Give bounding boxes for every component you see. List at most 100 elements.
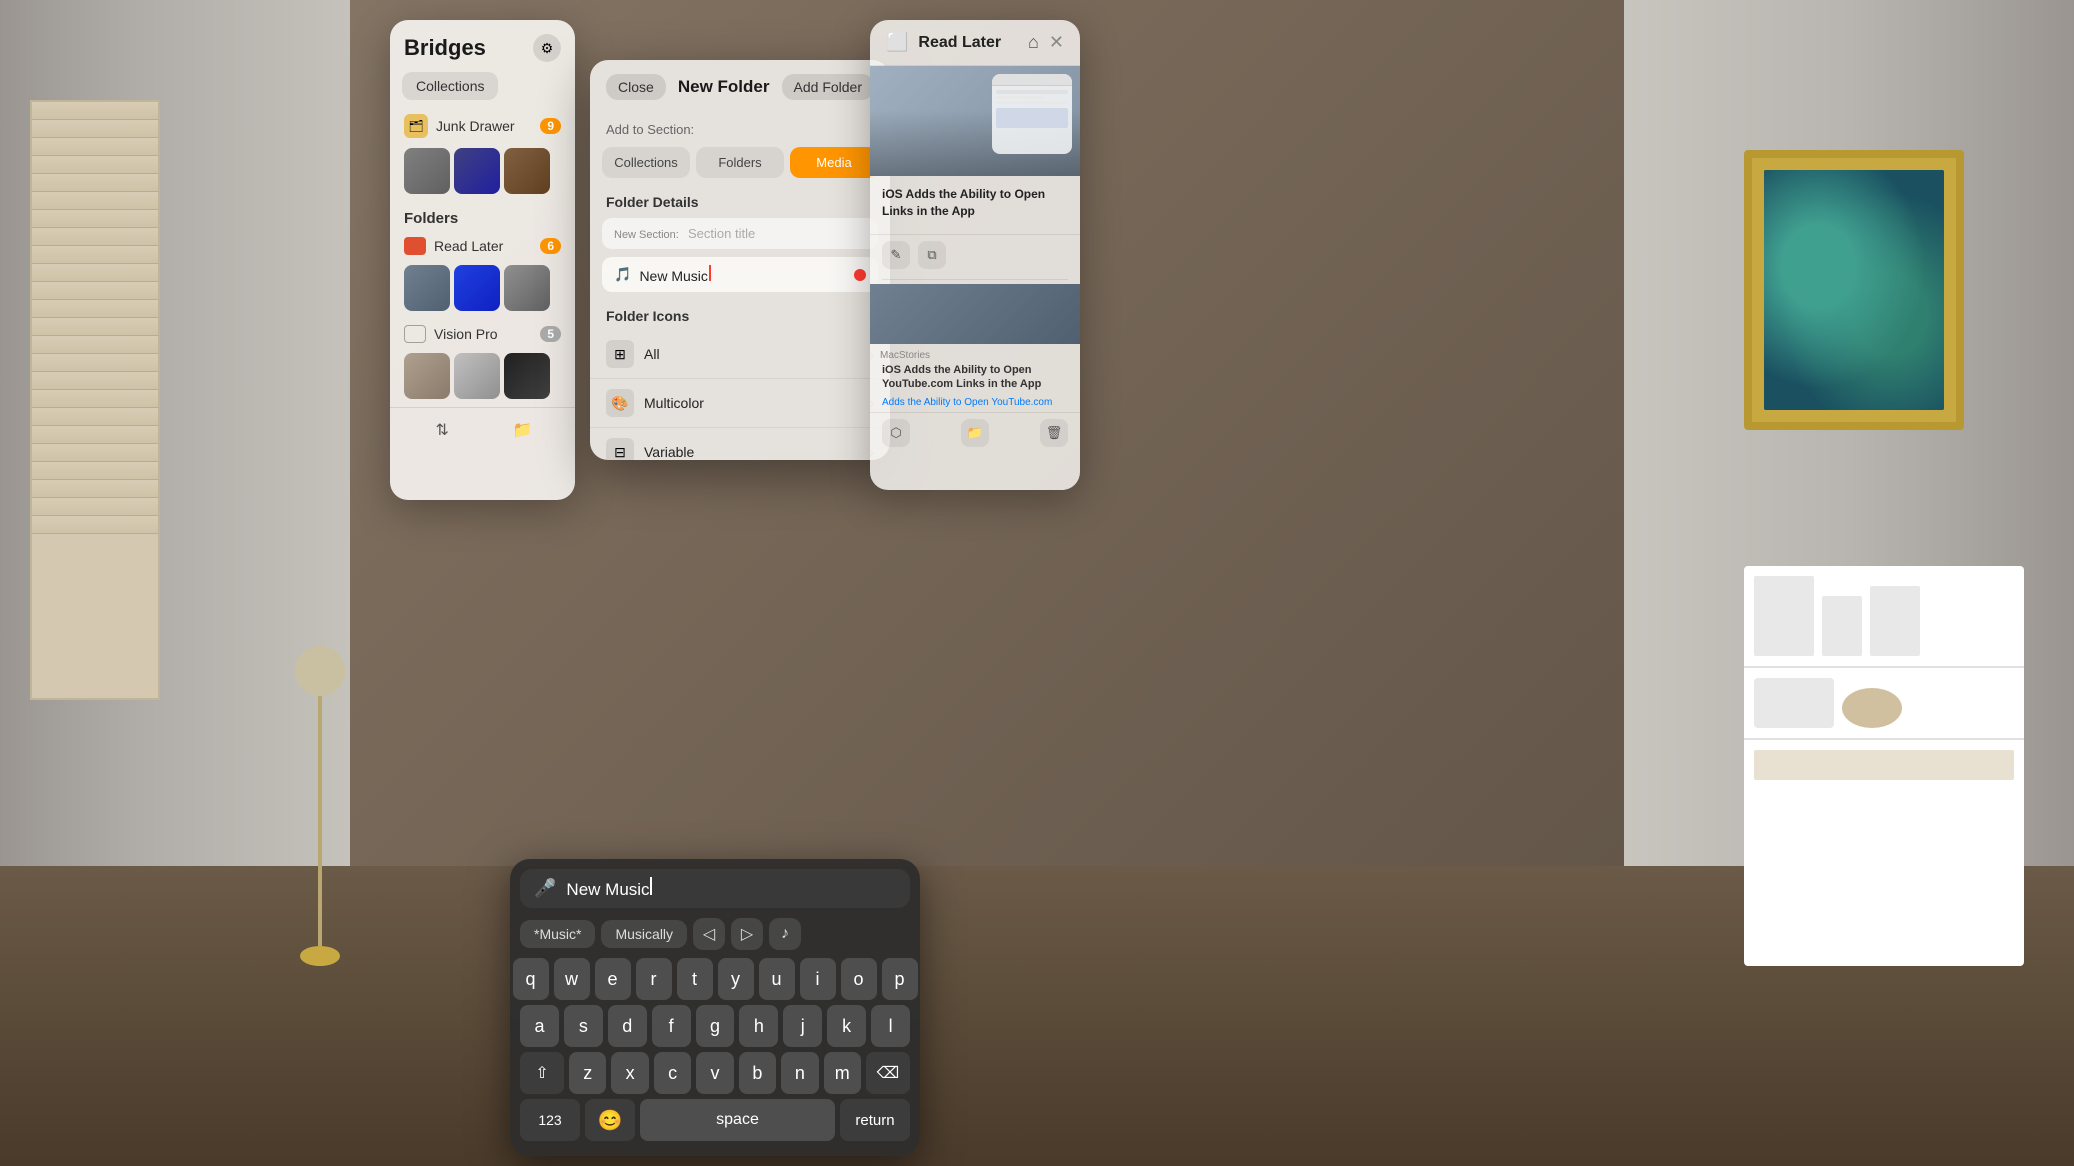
suggestion-music[interactable]: *Music* [520,920,595,948]
key-p[interactable]: p [882,958,918,1000]
key-k[interactable]: k [827,1005,866,1047]
article-text-area: iOS Adds the Ability to Open Links in th… [870,176,1080,234]
delete-icon-button[interactable]: 🗑 [1040,419,1068,447]
key-row-1: q w e r t y u i o p [520,958,910,1000]
folder-thumb-3 [504,265,550,311]
share-icon-button[interactable]: ⬡ [882,419,910,447]
thumb-3 [504,148,550,194]
article-headline-2: iOS Adds the Ability to Open YouTube.com… [870,363,1080,398]
article-divider [882,279,1068,280]
key-x[interactable]: x [611,1052,648,1094]
key-e[interactable]: e [595,958,631,1000]
key-w[interactable]: w [554,958,590,1000]
backspace-key[interactable]: ⌫ [866,1052,910,1094]
key-f[interactable]: f [652,1005,691,1047]
window-blinds [30,100,160,700]
key-row-4: 123 😊 space return [520,1099,910,1141]
modal-header: Close New Folder Add Folder [590,60,890,114]
key-c[interactable]: c [654,1052,691,1094]
bridges-toolbar: ⇅ 📁 [390,407,575,452]
shift-key[interactable]: ⇧ [520,1052,564,1094]
folder-details-title: Folder Details [590,188,890,218]
edit-icon-button[interactable]: ✎ [882,241,910,269]
key-row-3: ⇧ z x c v b n m ⌫ [520,1052,910,1094]
key-n[interactable]: n [781,1052,818,1094]
variable-label: Variable [644,444,869,460]
tab-collections[interactable]: Collections [602,147,690,178]
tab-media[interactable]: Media [790,147,878,178]
home-icon[interactable]: ⌂ [1028,32,1039,53]
key-g[interactable]: g [696,1005,735,1047]
suggestion-musically[interactable]: Musically [601,920,687,948]
key-b[interactable]: b [739,1052,776,1094]
key-q[interactable]: q [513,958,549,1000]
panel-close-button[interactable]: ✕ [1049,32,1064,53]
copy-icon-button[interactable]: ⧉ [918,241,946,269]
vision-thumb-2 [454,353,500,399]
icon-category-multicolor[interactable]: 🎨 Multicolor › [590,379,890,428]
shelf-unit [1744,566,2024,966]
keyboard-input-bar[interactable]: 🎤 New Music [520,869,910,908]
section-title-placeholder: Section title [688,226,755,241]
folder-icon-button[interactable]: 📁 [961,419,989,447]
key-u[interactable]: u [759,958,795,1000]
folder-thumb-2 [454,265,500,311]
bridges-title: Bridges [404,35,486,61]
emoji-key[interactable]: 😊 [585,1099,635,1141]
all-icon: ⊞ [606,340,634,368]
modal-add-button[interactable]: Add Folder [782,74,874,100]
key-r[interactable]: r [636,958,672,1000]
read-later-folder-icon [404,237,426,255]
key-i[interactable]: i [800,958,836,1000]
suggestion-forward-icon[interactable]: ▷ [731,918,763,950]
folder-name-field[interactable]: 🎵 New Music [602,257,878,292]
new-section-label: New Section: Section title [614,226,866,241]
return-key[interactable]: return [840,1099,910,1141]
key-z[interactable]: z [569,1052,606,1094]
tab-icon: ⬜ [886,32,908,53]
junk-drawer-thumbnails [390,144,575,202]
add-folder-icon[interactable]: 📁 [509,416,537,444]
suggestion-back-icon[interactable]: ◁ [693,918,725,950]
numbers-key[interactable]: 123 [520,1099,580,1141]
key-l[interactable]: l [871,1005,910,1047]
junk-drawer-row[interactable]: 🗂 Junk Drawer 9 [390,108,575,144]
collections-button[interactable]: Collections [402,72,498,100]
new-section-field[interactable]: New Section: Section title [602,218,878,249]
music-icon: 🎵 [614,266,631,283]
key-a[interactable]: a [520,1005,559,1047]
key-j[interactable]: j [783,1005,822,1047]
icon-category-all[interactable]: ⊞ All › [590,330,890,379]
microphone-icon[interactable]: 🎤 [534,878,556,899]
browser-preview [992,74,1072,154]
article-link[interactable]: Adds the Ability to Open YouTube.com [870,397,1080,412]
vision-pro-thumbnails [390,349,575,403]
key-t[interactable]: t [677,958,713,1000]
gear-button[interactable]: ⚙ [533,34,561,62]
space-key[interactable]: space [640,1099,835,1141]
clear-button[interactable] [854,269,866,281]
modal-close-button[interactable]: Close [606,74,666,100]
article-image-1 [870,66,1080,176]
vision-pro-folder-row[interactable]: Vision Pro 5 [390,319,575,349]
key-v[interactable]: v [696,1052,733,1094]
key-d[interactable]: d [608,1005,647,1047]
suggestion-music-icon[interactable]: ♪ [769,918,801,950]
article-panel-header: ⬜ Read Later ⌂ ✕ [870,20,1080,66]
icon-category-variable[interactable]: ⊟ Variable › [590,428,890,460]
key-s[interactable]: s [564,1005,603,1047]
read-later-thumbnails [390,261,575,319]
new-section-text: New Section: [614,229,679,241]
key-m[interactable]: m [824,1052,861,1094]
article-actions-2: ⬡ 📁 🗑 [870,412,1080,453]
key-o[interactable]: o [841,958,877,1000]
key-y[interactable]: y [718,958,754,1000]
sort-icon[interactable]: ⇅ [428,416,456,444]
all-label: All [644,346,869,362]
read-later-folder-row[interactable]: Read Later 6 [390,231,575,261]
key-h[interactable]: h [739,1005,778,1047]
thumb-2 [454,148,500,194]
add-to-section-label: Add to Section: [590,114,890,143]
section-tabs: Collections Folders Media [590,143,890,188]
tab-folders[interactable]: Folders [696,147,784,178]
